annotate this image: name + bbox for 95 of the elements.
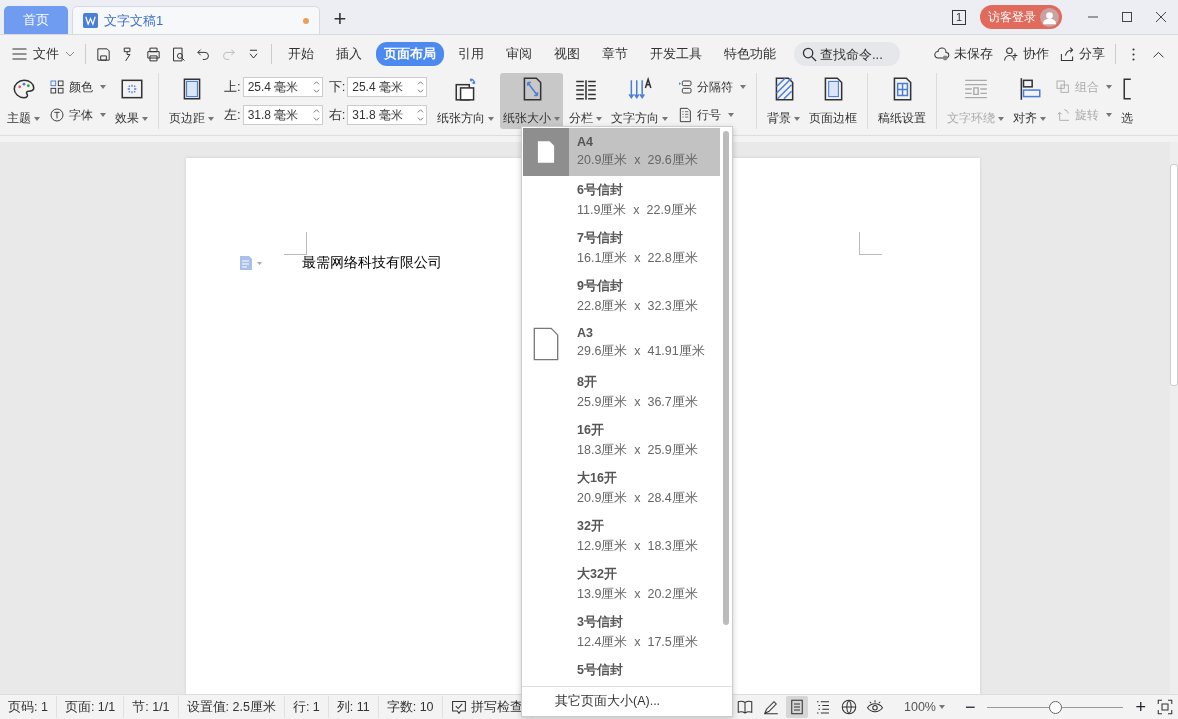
ribbon-button[interactable]: 对齐 [1010, 73, 1050, 129]
toolbar-action[interactable]: 未保存 [930, 45, 997, 63]
close-icon[interactable] [1155, 11, 1167, 23]
print-preview-icon[interactable] [170, 45, 187, 63]
paper-size-option[interactable]: 大16开 20.9厘米 x 28.4厘米 [523, 464, 720, 512]
margin-spinbox[interactable]: 25.4 毫米 [242, 77, 323, 97]
paper-size-option[interactable]: A3 29.6厘米 x 41.91厘米 [523, 320, 720, 368]
ribbon-button[interactable]: 行号 [674, 104, 750, 126]
ribbon-button[interactable]: 分隔符 [674, 76, 750, 98]
paper-size-option[interactable]: 16开 18.3厘米 x 25.9厘米 [523, 416, 720, 464]
paper-size-option[interactable]: 3号信封 12.4厘米 x 17.5厘米 [523, 608, 720, 656]
spinner-arrows-icon [417, 80, 425, 94]
ribbon-tab[interactable]: 章节 [594, 42, 636, 66]
ribbon-button[interactable]: 字体 [46, 104, 109, 126]
spinner-arrows-icon [312, 80, 320, 94]
ribbon-tab[interactable]: 视图 [546, 42, 588, 66]
status-item: 列: 11 [328, 696, 379, 718]
section-break-icon [677, 79, 694, 95]
ribbon-tab[interactable]: 开发工具 [642, 42, 710, 66]
margin-spinbox[interactable]: 31.8 毫米 [347, 105, 428, 125]
paper-size-option[interactable]: 8开 25.9厘米 x 36.7厘米 [523, 368, 720, 416]
cloud-icon [934, 46, 950, 62]
ribbon-tab[interactable]: 引用 [450, 42, 492, 66]
font-icon [49, 107, 65, 123]
check-comment-icon [450, 699, 467, 715]
margin-spinbox[interactable]: 25.4 毫米 [347, 77, 428, 97]
zoom-slider-thumb[interactable] [1049, 700, 1063, 714]
paper-size-option[interactable]: 大32开 13.9厘米 x 20.2厘米 [523, 560, 720, 608]
status-item: 节: 1/1 [124, 696, 179, 718]
ribbon-button[interactable]: 背景 [764, 73, 804, 129]
color-grid-icon [49, 79, 65, 95]
scrollbar[interactable] [1170, 142, 1178, 694]
ribbon-button[interactable]: 纸张大小 [500, 73, 564, 129]
toolbar-action[interactable]: 协作 [999, 45, 1053, 63]
status-item: 页面: 1/1 [56, 696, 125, 718]
command-search-field[interactable]: 查找命令... [794, 42, 900, 66]
ribbon-button[interactable]: 纸张方向 [434, 73, 498, 129]
ribbon-button[interactable]: 效果 [112, 73, 151, 129]
share-icon [1059, 46, 1075, 62]
margin-spinbox[interactable]: 31.8 毫米 [242, 105, 323, 125]
margin-label: 上: [224, 78, 241, 96]
paper-size-option[interactable]: 7号信封 16.1厘米 x 22.8厘米 [523, 224, 720, 272]
spinner-arrows-icon [312, 108, 320, 122]
add-user-icon [1003, 46, 1019, 62]
page-view-icon[interactable] [786, 696, 808, 718]
document-tab[interactable]: 文字文稿1 [72, 6, 320, 34]
toolbar-action[interactable]: 分享 [1055, 45, 1109, 63]
margin-label: 下: [328, 78, 346, 96]
ribbon-tab[interactable]: 特色功能 [716, 42, 784, 66]
status-item: 设置值: 2.5厘米 [178, 696, 285, 718]
zoom-out-button[interactable]: − [958, 696, 982, 718]
paper-size-option[interactable]: 9号信封 22.8厘米 x 32.3厘米 [523, 272, 720, 320]
zoom-in-button[interactable]: + [1129, 696, 1152, 718]
bracket-icon [1122, 76, 1132, 102]
page-count-indicator[interactable]: 1 [951, 9, 966, 25]
text-direction-icon [626, 76, 653, 102]
ribbon-tab[interactable]: 审阅 [498, 42, 540, 66]
page-icon [533, 327, 559, 361]
spinner-arrows-icon [417, 108, 425, 122]
zoom-dropdown[interactable]: 100% [904, 700, 945, 714]
ribbon-button[interactable]: 颜色 [46, 76, 109, 98]
ribbon-button[interactable]: 选 [1118, 73, 1137, 129]
new-tab-button[interactable]: + [320, 4, 360, 34]
save-icon[interactable] [95, 45, 112, 63]
paper-size-option[interactable]: 32开 12.9厘米 x 18.3厘米 [523, 512, 720, 560]
menu-icon [12, 48, 27, 60]
chevron-down-icon [65, 51, 75, 57]
group-icon [1055, 79, 1072, 95]
ribbon-tab[interactable]: 插入 [328, 42, 370, 66]
paper-size-option[interactable]: 5号信封 [523, 656, 720, 686]
paper-size-option[interactable]: A4 20.9厘米 x 29.6厘米 [523, 128, 720, 176]
ribbon-button[interactable]: 主题 [4, 73, 43, 129]
ribbon-button[interactable]: 页面边框 [806, 73, 861, 129]
status-item: 行: 1 [284, 696, 329, 718]
avatar-icon [1040, 7, 1059, 27]
corner-mark [859, 232, 882, 255]
ribbon-button[interactable]: 页边距 [166, 73, 217, 129]
margin-label: 右: [328, 106, 346, 124]
file-menu[interactable]: 文件 [8, 45, 79, 63]
status-item: 字数: 10 [378, 696, 443, 718]
rotate-icon [1055, 107, 1072, 123]
corner-mark [284, 232, 307, 255]
caret-icon [938, 705, 945, 709]
writer-icon [83, 13, 98, 28]
maximize-icon[interactable] [1121, 11, 1133, 23]
margin-label: 左: [224, 106, 241, 124]
page-icon [537, 140, 555, 164]
paper-size-option[interactable]: 6号信封 11.9厘米 x 22.9厘米 [523, 176, 720, 224]
status-item: 页码: 1 [0, 696, 57, 718]
print-icon[interactable] [145, 45, 162, 63]
document-text: 最需网络科技有限公司 [302, 254, 442, 272]
ribbon-tab[interactable]: 开始 [280, 42, 322, 66]
line-number-icon [677, 107, 694, 123]
more-page-sizes-button[interactable]: 其它页面大小(A)... [522, 686, 732, 716]
ribbon-button[interactable]: 稿纸设置 [875, 73, 930, 129]
